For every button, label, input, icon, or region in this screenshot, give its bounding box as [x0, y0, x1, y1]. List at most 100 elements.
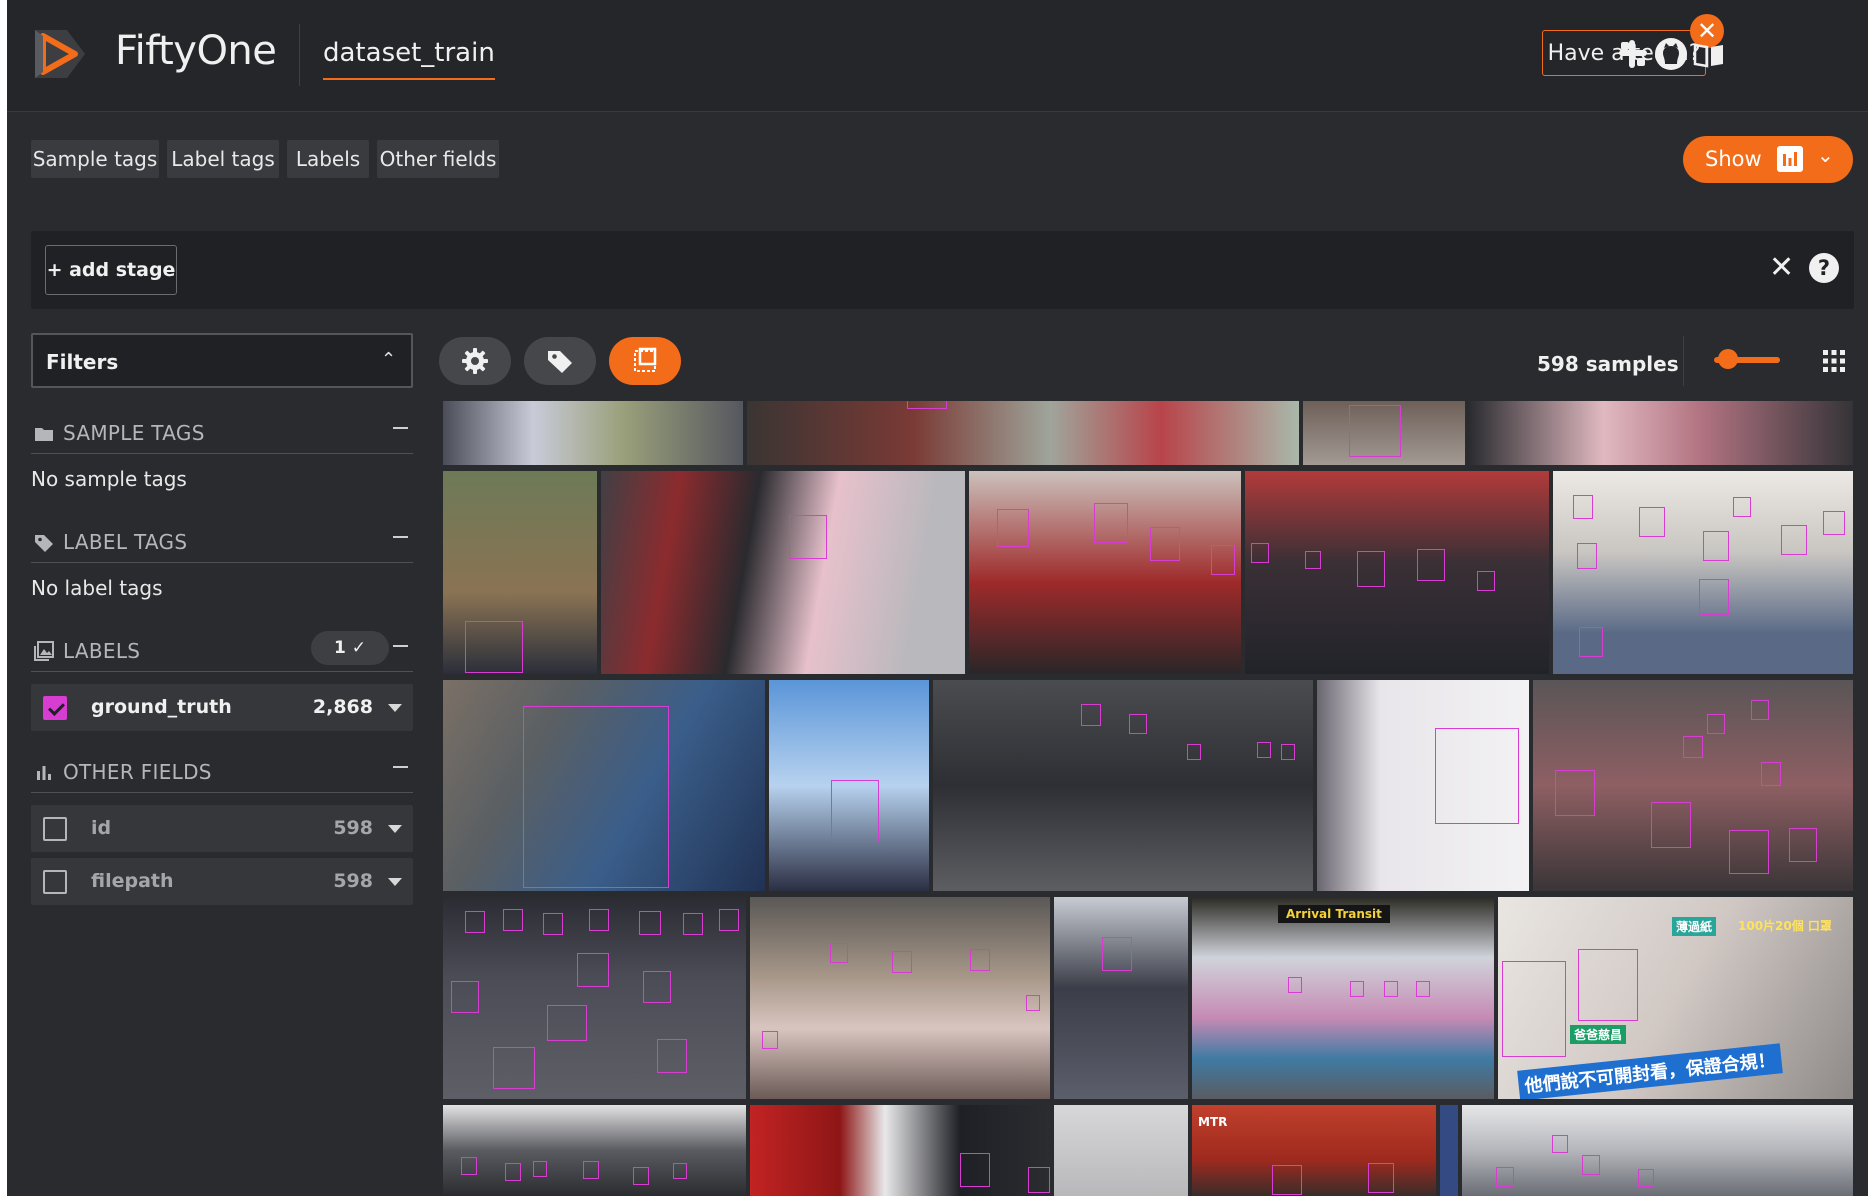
sample-tile[interactable] [750, 1105, 1050, 1196]
bounding-box [970, 949, 990, 971]
grid-icon[interactable] [1823, 350, 1845, 372]
tab-sample-tags[interactable]: Sample tags [31, 140, 159, 178]
bounding-box [505, 1163, 521, 1181]
field-checkbox[interactable] [43, 696, 67, 720]
sample-tile[interactable] [1462, 1105, 1853, 1196]
patches-button[interactable] [609, 337, 681, 385]
show-button[interactable]: Show ⌄ [1683, 136, 1853, 183]
sample-tile[interactable] [601, 471, 965, 674]
slack-icon[interactable] [1615, 36, 1651, 72]
labels-active-badge[interactable]: 1 ✓ [311, 631, 389, 665]
bounding-box [1272, 1165, 1302, 1195]
group-labels[interactable]: LABELS 1 ✓ [31, 631, 413, 672]
sample-tile[interactable] [1533, 680, 1853, 891]
sample-tile[interactable]: MTR [1192, 1105, 1436, 1196]
sample-tile[interactable] [443, 680, 765, 891]
sample-tile[interactable] [1440, 1105, 1458, 1196]
bounding-box [465, 911, 485, 933]
tab-other-fields[interactable]: Other fields [377, 140, 499, 178]
bounding-box [1578, 949, 1638, 1021]
collapse-icon[interactable] [393, 427, 408, 429]
bounding-box [1496, 1167, 1514, 1187]
chevron-up-icon: ⌃ [381, 349, 397, 370]
collapse-icon[interactable] [393, 645, 408, 647]
settings-button[interactable] [439, 337, 511, 385]
bounding-box [830, 943, 848, 963]
sample-tile[interactable] [1303, 401, 1465, 465]
bounding-box [1751, 700, 1769, 720]
bounding-box [1577, 543, 1597, 569]
app-name[interactable]: FiftyOne [115, 28, 277, 74]
sample-tile[interactable] [1469, 401, 1853, 465]
collapse-icon[interactable] [393, 766, 408, 768]
bounding-box [831, 780, 879, 842]
bounding-box [1579, 627, 1603, 657]
sample-tile[interactable] [1317, 680, 1529, 891]
sample-tile[interactable] [769, 680, 929, 891]
sample-tile[interactable] [750, 897, 1050, 1099]
group-other-fields[interactable]: OTHER FIELDS [31, 752, 413, 793]
other-field-filepath[interactable]: filepath 598 [31, 858, 413, 905]
sample-tile[interactable] [1054, 1105, 1188, 1196]
bounding-box [1683, 736, 1703, 758]
bounding-box [1349, 405, 1401, 457]
bounding-box [1384, 981, 1398, 997]
sample-tile[interactable] [443, 401, 743, 465]
tab-label-tags[interactable]: Label tags [167, 140, 279, 178]
sample-tile[interactable]: Arrival Transit [1192, 897, 1494, 1099]
add-stage-button[interactable]: + add stage [45, 245, 177, 295]
group-label-tags[interactable]: LABEL TAGS [31, 522, 413, 563]
view-bar: + add stage ✕ ? [31, 231, 1854, 309]
other-field-id[interactable]: id 598 [31, 805, 413, 852]
expand-arrow-icon[interactable] [388, 704, 402, 712]
sample-tile[interactable] [933, 680, 1313, 891]
field-name: filepath [91, 870, 174, 892]
sample-tile[interactable] [747, 401, 1299, 465]
bounding-box [1026, 995, 1040, 1011]
toolbar-divider [1683, 336, 1684, 386]
bounding-box [1081, 704, 1101, 726]
fiftyone-app: FiftyOne dataset_train Have a team? ✕ Sa… [7, 0, 1868, 1196]
bounding-box [1368, 1163, 1394, 1193]
sample-tile[interactable] [1553, 471, 1853, 674]
bounding-box [1729, 830, 1769, 874]
group-sample-tags[interactable]: SAMPLE TAGS [31, 413, 413, 454]
sample-tile[interactable] [443, 897, 746, 1099]
bounding-box [1552, 1135, 1568, 1153]
bar-chart-icon [1777, 146, 1803, 172]
bounding-box [633, 1167, 649, 1185]
slider-knob[interactable] [1718, 349, 1738, 369]
sample-tile[interactable] [443, 1105, 746, 1196]
tag-button[interactable] [524, 337, 596, 385]
field-checkbox[interactable] [43, 870, 67, 894]
clear-view-icon[interactable]: ✕ [1769, 250, 1794, 285]
sample-tile[interactable] [969, 471, 1241, 674]
field-count: 598 [333, 870, 373, 892]
fiftyone-logo-icon[interactable] [29, 22, 91, 86]
tab-labels[interactable]: Labels [287, 140, 369, 178]
label-field-ground-truth[interactable]: ground_truth 2,868 [31, 684, 413, 731]
bounding-box [1555, 770, 1595, 816]
bounding-box [1281, 744, 1295, 760]
help-icon[interactable]: ? [1809, 253, 1839, 283]
bounding-box [1761, 762, 1781, 786]
collapse-icon[interactable] [393, 536, 408, 538]
bounding-box [503, 909, 523, 931]
sample-tile[interactable] [1245, 471, 1549, 674]
bounding-box [1211, 545, 1235, 575]
bounding-box [762, 1031, 778, 1049]
group-title: LABELS [63, 639, 141, 663]
expand-arrow-icon[interactable] [388, 825, 402, 833]
dataset-selector[interactable]: dataset_train [323, 38, 495, 80]
sample-tile[interactable]: 薄過紙 100片20個 口罩 爸爸慈昌 他們說不可開封看，保證合規！ [1498, 897, 1853, 1099]
field-checkbox[interactable] [43, 817, 67, 841]
sample-tile[interactable] [1054, 897, 1188, 1099]
sample-tile[interactable] [443, 471, 597, 674]
expand-arrow-icon[interactable] [388, 878, 402, 886]
grid-zoom-slider[interactable] [1714, 349, 1780, 369]
bounding-box [1789, 828, 1817, 862]
filters-select[interactable]: Filters ⌃ [31, 333, 413, 388]
bounding-box [1781, 525, 1807, 555]
book-icon[interactable] [1691, 36, 1727, 72]
github-icon[interactable] [1653, 36, 1689, 72]
